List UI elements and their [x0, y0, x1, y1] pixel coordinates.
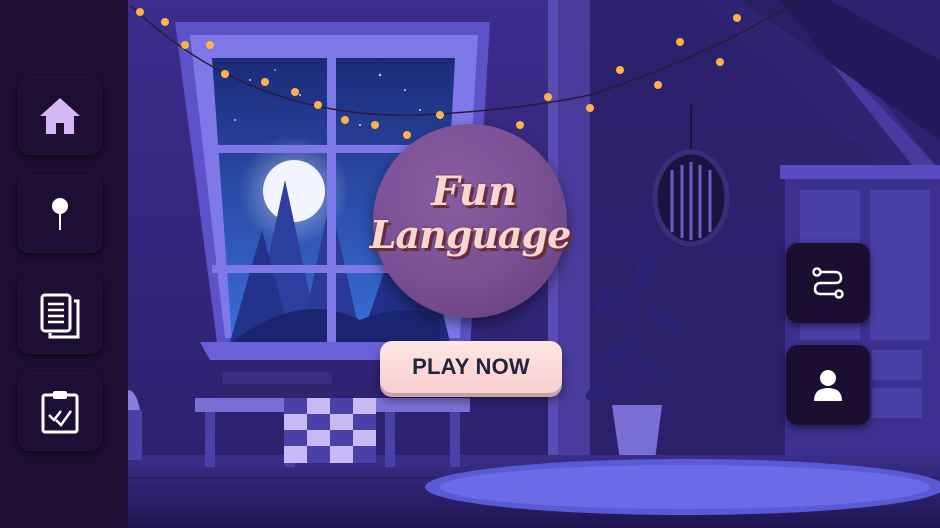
sidebar-item-pin[interactable]: [18, 175, 102, 253]
sidebar-item-documents[interactable]: [18, 276, 102, 354]
home-icon: [40, 98, 80, 134]
clipboard-check-icon: [41, 391, 79, 434]
game-logo: Fun Language: [370, 124, 571, 318]
game-title-line2: Language: [369, 212, 572, 257]
play-now-button[interactable]: PLAY NOW: [380, 341, 562, 393]
profile-button[interactable]: [786, 345, 870, 425]
game-screen: Fun Language PLAY NOW: [0, 0, 940, 528]
user-icon: [814, 370, 842, 401]
game-title-line1: Fun: [431, 168, 517, 215]
sidebar-item-tasks[interactable]: [18, 373, 102, 451]
sidebar-nav: [0, 0, 128, 528]
route-icon: [812, 267, 844, 299]
sidebar-item-home[interactable]: [18, 77, 102, 155]
documents-icon: [40, 293, 80, 339]
pin-icon: [52, 198, 68, 230]
route-button[interactable]: [786, 243, 870, 323]
